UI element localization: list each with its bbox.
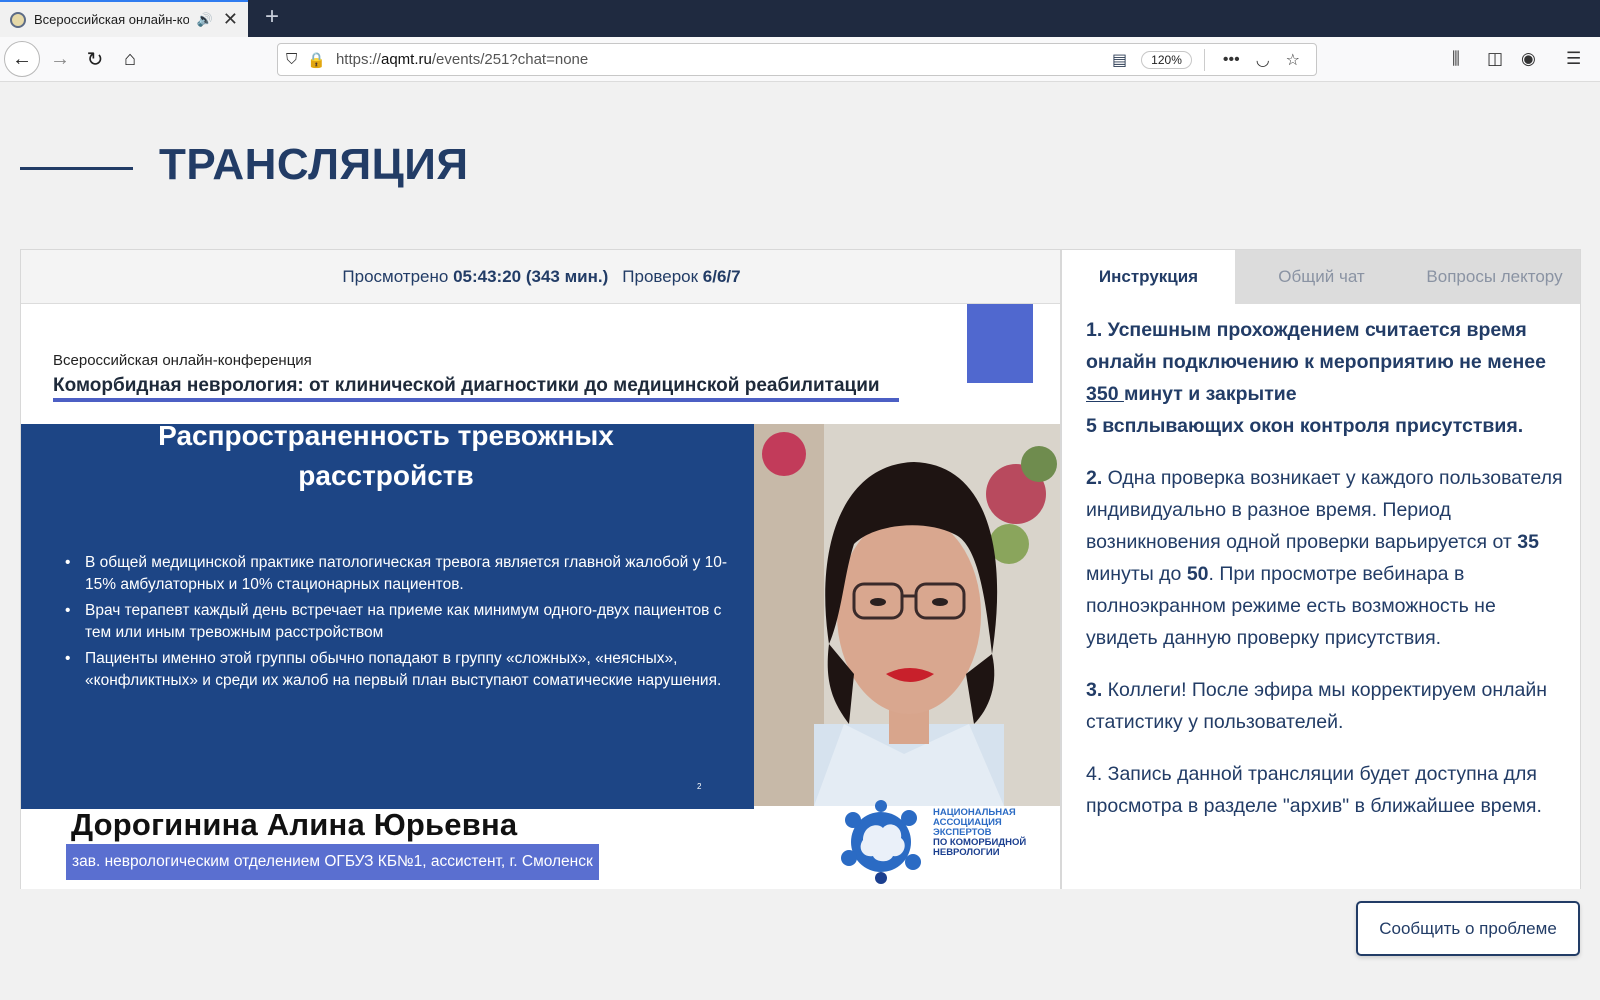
checks-stat: Проверок 6/6/7	[622, 266, 741, 286]
view-stats-bar: Просмотрено 05:43:20 (343 мин.) Проверок…	[21, 250, 1060, 304]
browser-nav-bar: ← → ↻ ⌂ ⛉ 🔒 https://aqmt.ru/events/251?c…	[0, 37, 1600, 82]
browser-tab[interactable]: Всероссийская онлайн-ко 🔊 ✕	[0, 0, 248, 37]
sidebar-tabs: Инструкция Общий чат Вопросы лектору	[1062, 250, 1580, 304]
video-frame[interactable]: Всероссийская онлайн-конференция Коморби…	[21, 304, 1060, 889]
url-text[interactable]: https://aqmt.ru/events/251?chat=none	[336, 51, 1112, 68]
title-underline	[53, 398, 899, 402]
zoom-indicator[interactable]: 120%	[1141, 50, 1192, 69]
conference-label: Всероссийская онлайн-конференция	[53, 352, 312, 369]
instruction-2: 2. Одна проверка возникает у каждого пол…	[1086, 467, 1563, 649]
tab-questions[interactable]: Вопросы лектору	[1408, 250, 1580, 304]
speaker-webcam	[754, 424, 1060, 806]
instructions-content: 1. Успешным прохождением считается время…	[1086, 314, 1566, 842]
browser-tab-bar: Всероссийская онлайн-ко 🔊 ✕ +	[0, 0, 1600, 37]
back-button[interactable]: ←	[4, 41, 40, 77]
speaker-icon[interactable]: 🔊	[197, 12, 213, 28]
new-tab-button[interactable]: +	[258, 4, 286, 32]
reader-view-icon[interactable]: ▤	[1112, 50, 1127, 70]
report-problem-button[interactable]: Сообщить о проблеме	[1356, 901, 1580, 956]
home-button[interactable]: ⌂	[112, 41, 148, 77]
tab-general-chat[interactable]: Общий чат	[1235, 250, 1408, 304]
close-tab-icon[interactable]: ✕	[223, 9, 238, 30]
account-icon[interactable]: ◉	[1521, 49, 1536, 69]
shield-icon[interactable]: ⛉	[286, 51, 297, 68]
page-title: ТРАНСЛЯЦИЯ	[159, 140, 469, 189]
brain-logo-icon	[841, 800, 921, 884]
slide-number: 2	[697, 782, 702, 791]
reload-button[interactable]: ↻	[77, 41, 113, 77]
instruction-4: 4. Запись данной трансляции будет доступ…	[1086, 763, 1542, 817]
forward-button[interactable]: →	[42, 41, 78, 77]
info-sidebar: Инструкция Общий чат Вопросы лектору 1. …	[1061, 249, 1581, 889]
speaker-position: зав. неврологическим отделением ОГБУЗ КБ…	[66, 844, 599, 880]
heading-line	[20, 167, 133, 170]
favicon-icon	[10, 11, 26, 28]
address-bar[interactable]: ⛉ 🔒 https://aqmt.ru/events/251?chat=none…	[277, 43, 1317, 76]
menu-icon[interactable]: ☰	[1566, 49, 1581, 69]
slide-bullet: Пациенты именно этой группы обычно попад…	[63, 648, 743, 692]
sidebar-toggle-icon[interactable]: ◫	[1487, 49, 1503, 69]
slide-bullets: В общей медицинской практике патологичес…	[63, 552, 743, 696]
tab-title: Всероссийская онлайн-ко	[34, 12, 189, 27]
viewed-stat: Просмотрено 05:43:20 (343 мин.)	[342, 266, 609, 286]
conference-title: Коморбидная неврология: от клинической д…	[53, 375, 880, 396]
divider	[1203, 48, 1205, 71]
slide-bullet: В общей медицинской практике патологичес…	[63, 552, 743, 596]
slide-title: Распространенность тревожных расстройств	[158, 420, 614, 491]
pocket-icon[interactable]: ◡	[1256, 50, 1270, 70]
association-logo: НАЦИОНАЛЬНАЯ АССОЦИАЦИЯ ЭКСПЕРТОВ ПО КОМ…	[839, 800, 1059, 884]
lock-icon[interactable]: 🔒	[307, 51, 326, 69]
tab-instructions[interactable]: Инструкция	[1062, 250, 1235, 304]
instruction-1: 1. Успешным прохождением считается время…	[1086, 319, 1546, 437]
instruction-3: 3. Коллеги! После эфира мы корректируем …	[1086, 679, 1548, 733]
presentation-slide: Распространенность тревожных расстройств…	[21, 420, 754, 809]
speaker-photo	[754, 424, 1060, 806]
more-actions-icon[interactable]: •••	[1223, 51, 1240, 69]
library-icon[interactable]: ⫼	[1452, 49, 1460, 69]
slide-bullet: Врач терапевт каждый день встречает на п…	[63, 600, 743, 644]
brand-square	[967, 304, 1033, 383]
bookmark-star-icon[interactable]: ☆	[1286, 50, 1300, 70]
speaker-name: Дорогинина Алина Юрьевна	[71, 807, 518, 842]
video-player[interactable]: Просмотрено 05:43:20 (343 мин.) Проверок…	[20, 249, 1061, 889]
association-logo-text: НАЦИОНАЛЬНАЯ АССОЦИАЦИЯ ЭКСПЕРТОВ ПО КОМ…	[933, 807, 1027, 858]
